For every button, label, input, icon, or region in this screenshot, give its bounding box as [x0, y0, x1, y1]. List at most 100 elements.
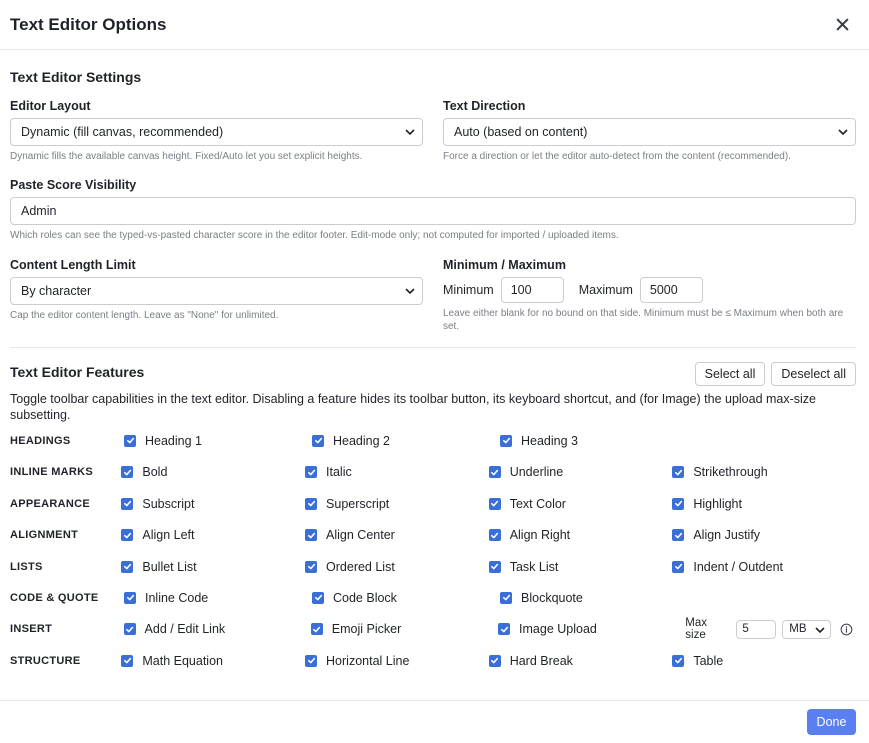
feature-toggle-align-right[interactable]: Align Right	[488, 528, 673, 542]
feature-toggle-ordered-list[interactable]: Ordered List	[305, 560, 489, 574]
checkbox-checked[interactable]	[310, 623, 323, 636]
checkbox-checked[interactable]	[488, 560, 501, 573]
content-limit-select[interactable]: By character	[10, 277, 423, 305]
feature-toggle-bold[interactable]: Bold	[121, 465, 305, 479]
feature-toggle-align-justify[interactable]: Align Justify	[672, 528, 856, 542]
feature-toggle-math-equation[interactable]: Math Equation	[121, 654, 305, 668]
feature-toggle-underline[interactable]: Underline	[488, 465, 673, 479]
checkbox-checked[interactable]	[672, 466, 685, 479]
content-limit-help: Cap the editor content length. Leave as …	[10, 310, 279, 321]
checkbox-checked[interactable]	[121, 654, 134, 667]
check-icon	[313, 626, 321, 633]
image-max-size-control: Max size 5 MB	[685, 617, 856, 641]
editor-layout-select[interactable]: Dynamic (fill canvas, recommended)	[10, 118, 423, 146]
checkbox-checked[interactable]	[312, 434, 324, 447]
paste-score-field: Paste Score Visibility Admin Which roles…	[10, 178, 856, 243]
min-max-inputs: Minimum 100 Maximum 5000	[443, 277, 856, 303]
feature-toggle-image-upload[interactable]: Image Upload	[498, 622, 685, 636]
check-icon	[307, 532, 315, 538]
checkbox-checked[interactable]	[124, 434, 136, 447]
feature-row-alignment: ALIGNMENT Align Left Align Center Align Rig…	[10, 519, 856, 550]
feature-toggle-italic[interactable]: Italic	[305, 465, 489, 479]
feature-toggle-text-color[interactable]: Text Color	[488, 497, 673, 511]
paste-score-select[interactable]: Admin	[10, 196, 856, 225]
chevron-down-icon	[838, 129, 848, 136]
checkbox-checked[interactable]	[500, 591, 512, 604]
feature-label: Ordered List	[326, 559, 395, 574]
checkbox-checked[interactable]	[488, 497, 501, 510]
checkbox-checked[interactable]	[488, 466, 501, 479]
checkbox-checked[interactable]	[672, 654, 685, 667]
feature-group-label: INLINE MARKS	[10, 466, 94, 479]
checkbox-checked[interactable]	[305, 529, 318, 542]
feature-label: Emoji Picker	[331, 622, 402, 637]
text-direction-field: Text Direction Auto (based on content) F…	[443, 99, 856, 164]
paste-score-value: Admin	[21, 203, 57, 218]
feature-toggle-strikethrough[interactable]: Strikethrough	[672, 465, 856, 479]
feature-toggle-horizontal-line[interactable]: Horizontal Line	[305, 654, 489, 668]
feature-toggle-highlight[interactable]: Highlight	[672, 497, 856, 511]
done-button[interactable]: Done	[807, 709, 856, 735]
feature-toggle-add-edit-link[interactable]: Add / Edit Link	[123, 622, 311, 636]
feature-toggle-bullet-list[interactable]: Bullet List	[121, 560, 305, 574]
checkbox-checked[interactable]	[488, 529, 501, 542]
feature-toggle-align-center[interactable]: Align Center	[305, 528, 489, 542]
check-icon	[123, 657, 132, 664]
maximum-input[interactable]: 5000	[639, 277, 703, 303]
checkbox-checked[interactable]	[124, 591, 136, 604]
settings-section-title: Text Editor Settings	[10, 69, 142, 85]
check-icon	[123, 469, 132, 476]
checkbox-checked[interactable]	[500, 434, 512, 447]
checkbox-checked[interactable]	[305, 466, 318, 479]
editor-layout-label: Editor Layout	[10, 99, 91, 113]
feature-label: Italic	[326, 465, 352, 480]
checkbox-checked[interactable]	[121, 497, 134, 510]
checkbox-checked[interactable]	[121, 466, 134, 479]
checkbox-checked[interactable]	[312, 591, 324, 604]
feature-row-lists: LISTS Bullet List Ordered List Task List Ind…	[10, 551, 856, 582]
feature-toggle-inline-code[interactable]: Inline Code	[124, 591, 312, 605]
feature-toggle-heading-2[interactable]: Heading 2	[312, 434, 500, 448]
select-all-button[interactable]: Select all	[694, 362, 766, 386]
chevron-down-icon	[405, 288, 415, 295]
features-description: Toggle toolbar capabilities in the text …	[10, 392, 817, 422]
max-size-input[interactable]: 5	[736, 619, 777, 639]
text-direction-label: Text Direction	[443, 99, 526, 113]
checkbox-checked[interactable]	[672, 497, 685, 510]
feature-toggle-code-block[interactable]: Code Block	[312, 591, 500, 605]
feature-toggle-hard-break[interactable]: Hard Break	[488, 654, 673, 668]
checkbox-checked[interactable]	[121, 529, 134, 542]
section-divider	[10, 347, 856, 348]
feature-label: Inline Code	[145, 590, 209, 605]
close-button[interactable]	[831, 14, 853, 36]
feature-label: Task List	[509, 559, 559, 574]
checkbox-checked[interactable]	[123, 623, 136, 636]
checkbox-checked[interactable]	[672, 529, 685, 542]
feature-toggle-align-left[interactable]: Align Left	[121, 528, 305, 542]
checkbox-checked[interactable]	[121, 560, 134, 573]
feature-toggle-table[interactable]: Table	[672, 654, 856, 668]
checkbox-checked[interactable]	[305, 654, 318, 667]
text-direction-select[interactable]: Auto (based on content)	[443, 118, 856, 146]
feature-toggle-task-list[interactable]: Task List	[488, 559, 673, 574]
checkbox-checked[interactable]	[305, 497, 318, 510]
feature-toggle-indent-outdent[interactable]: Indent / Outdent	[672, 560, 856, 574]
feature-toggle-superscript[interactable]: Superscript	[305, 497, 489, 511]
feature-toggle-heading-3[interactable]: Heading 3	[500, 434, 688, 448]
check-icon	[491, 500, 499, 507]
feature-toggle-subscript[interactable]: Subscript	[121, 497, 305, 511]
checkbox-checked[interactable]	[488, 654, 501, 667]
minimum-input[interactable]: 100	[500, 277, 564, 303]
check-icon	[307, 469, 315, 476]
feature-toggle-emoji-picker[interactable]: Emoji Picker	[310, 622, 498, 637]
max-size-unit-select[interactable]: MB	[782, 619, 832, 639]
deselect-all-button[interactable]: Deselect all	[771, 362, 856, 386]
max-size-label: Max size	[685, 617, 708, 642]
feature-label: Align Justify	[693, 528, 761, 543]
checkbox-checked[interactable]	[672, 560, 685, 573]
checkbox-checked[interactable]	[305, 560, 318, 573]
feature-toggle-heading-1[interactable]: Heading 1	[124, 434, 312, 448]
feature-toggle-blockquote[interactable]: Blockquote	[500, 591, 688, 605]
checkbox-checked[interactable]	[498, 623, 511, 636]
info-icon[interactable]	[840, 623, 853, 636]
